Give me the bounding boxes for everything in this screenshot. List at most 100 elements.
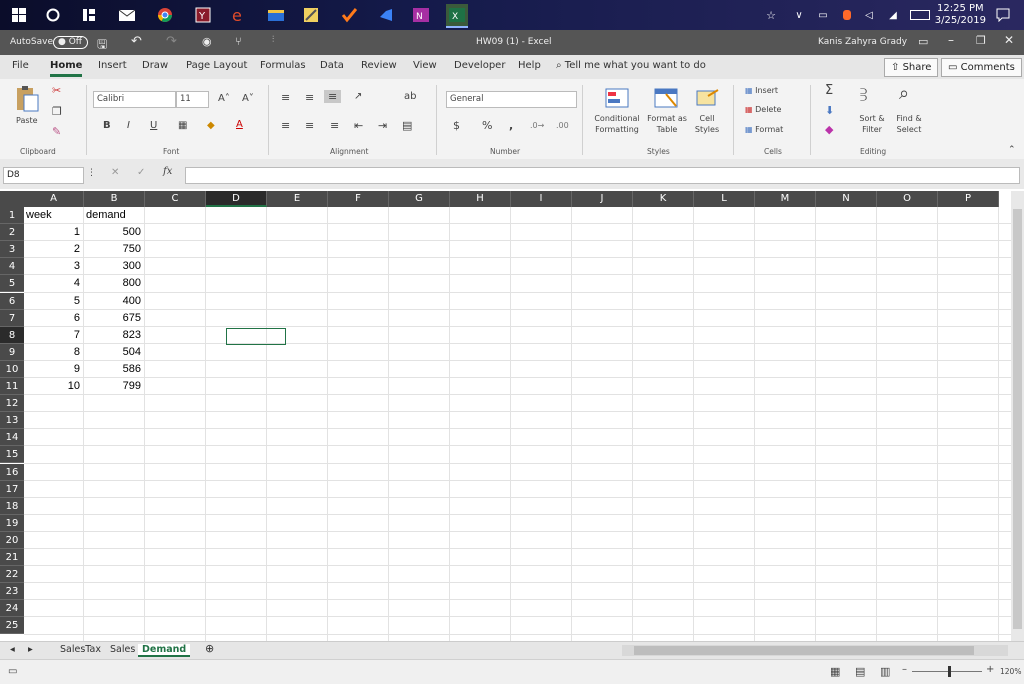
task-view-icon[interactable]	[78, 4, 100, 26]
align-middle-icon[interactable]: ≡	[305, 91, 314, 104]
tab-formulas[interactable]: Formulas	[260, 60, 306, 71]
cell-a8[interactable]: 7	[26, 327, 80, 344]
copy-icon[interactable]: ❐	[52, 105, 62, 118]
notification-app-icon[interactable]	[836, 4, 858, 26]
zoom-in-icon[interactable]: +	[986, 664, 994, 675]
tab-home[interactable]: Home	[50, 60, 83, 77]
share-tree-icon[interactable]: ⑂	[235, 35, 242, 48]
row-header-13[interactable]: 13	[0, 412, 24, 430]
sheet-tab-salestax[interactable]: SalesTax	[60, 644, 101, 655]
chevron-up-icon[interactable]: ∨	[788, 4, 810, 26]
select-all-corner[interactable]	[0, 191, 24, 207]
increase-decimal-icon[interactable]: .0→	[530, 121, 544, 130]
row-header-6[interactable]: 6	[0, 292, 24, 310]
cell-a3[interactable]: 2	[26, 241, 80, 258]
maroon-app-icon[interactable]: Y	[192, 4, 214, 26]
macro-record-icon[interactable]: ▭	[8, 666, 17, 677]
column-header-e[interactable]: E	[267, 191, 328, 207]
italic-icon[interactable]: I	[127, 120, 130, 131]
vs-icon[interactable]	[375, 4, 397, 26]
cell-b3[interactable]: 750	[86, 241, 141, 258]
cell-b2[interactable]: 500	[86, 224, 141, 241]
cell-a2[interactable]: 1	[26, 224, 80, 241]
excel-icon[interactable]: X	[446, 4, 468, 28]
row-header-12[interactable]: 12	[0, 395, 24, 413]
sort-filter-label[interactable]: Sort & Filter	[855, 113, 889, 135]
column-header-a[interactable]: A	[24, 191, 84, 207]
zoom-level[interactable]: 120%	[1000, 667, 1021, 676]
tab-review[interactable]: Review	[361, 60, 397, 71]
underline-icon[interactable]: U	[150, 120, 157, 131]
align-left-icon[interactable]: ≡	[281, 119, 290, 132]
people-icon[interactable]: ☆	[760, 4, 782, 26]
cell-b4[interactable]: 300	[86, 258, 141, 275]
cell-a9[interactable]: 8	[26, 344, 80, 361]
tab-insert[interactable]: Insert	[98, 60, 127, 71]
zoom-out-icon[interactable]: –	[902, 664, 907, 675]
tab-developer[interactable]: Developer	[454, 60, 505, 71]
format-as-table-label[interactable]: Format as Table	[645, 113, 689, 135]
cell-b7[interactable]: 675	[86, 310, 141, 327]
windows-start-icon[interactable]	[8, 4, 30, 26]
cell-b1[interactable]: demand	[86, 207, 166, 224]
insert-function-icon[interactable]: fx	[163, 166, 172, 177]
font-size-combo[interactable]: 11	[176, 91, 209, 108]
vertical-scroll-thumb[interactable]	[1013, 209, 1022, 629]
row-header-10[interactable]: 10	[0, 360, 24, 378]
tab-data[interactable]: Data	[320, 60, 344, 71]
file-explorer-icon[interactable]	[265, 4, 287, 26]
horizontal-scroll-thumb[interactable]	[634, 646, 974, 655]
currency-icon[interactable]: $	[453, 119, 460, 132]
column-header-j[interactable]: J	[572, 191, 633, 207]
normal-view-icon[interactable]: ▦	[830, 665, 840, 678]
selected-cell-d8[interactable]	[226, 328, 286, 345]
scroll-left-icon[interactable]: ◂	[10, 644, 15, 655]
worksheet-grid[interactable]: ABCDEFGHIJKLMNOP 1 2 3 4 5 6 7 8 9 10 11 12 13 14 15 16…	[0, 191, 1011, 641]
conditional-formatting-label[interactable]: Conditional Formatting	[592, 113, 642, 135]
align-right-icon[interactable]: ≡	[330, 119, 339, 132]
paste-icon[interactable]	[14, 85, 40, 113]
close-icon[interactable]: ✕	[1004, 33, 1014, 47]
align-top-icon[interactable]: ≡	[281, 91, 290, 104]
column-header-n[interactable]: N	[816, 191, 877, 207]
clear-icon[interactable]: ◆	[825, 123, 833, 136]
row-header-17[interactable]: 17	[0, 480, 24, 498]
check-app-icon[interactable]	[338, 4, 360, 26]
taskbar-clock[interactable]: 12:25 PM 3/25/2019	[935, 3, 986, 27]
row-header-7[interactable]: 7	[0, 309, 24, 327]
name-box[interactable]: D8	[3, 167, 84, 184]
autosum-icon[interactable]: Σ	[825, 83, 833, 98]
row-header-23[interactable]: 23	[0, 583, 24, 601]
format-cells-button[interactable]: ▦ Format	[745, 125, 783, 134]
share-button[interactable]: ⇧ Share	[884, 58, 939, 77]
fill-color-icon[interactable]: ◆	[207, 120, 215, 131]
cell-b8[interactable]: 823	[86, 327, 141, 344]
row-header-5[interactable]: 5	[0, 275, 24, 293]
zoom-slider-thumb[interactable]	[948, 666, 952, 677]
increase-indent-icon[interactable]: ⇥	[378, 119, 387, 132]
center-icon[interactable]: ≡	[305, 119, 314, 132]
column-header-d[interactable]: D	[206, 191, 267, 207]
network-icon[interactable]: ▭	[812, 4, 834, 26]
save-icon[interactable]: 🖫	[97, 35, 107, 56]
collapse-ribbon-icon[interactable]: ⌃	[1008, 145, 1016, 155]
row-header-2[interactable]: 2	[0, 224, 24, 242]
volume-icon[interactable]: ◁	[858, 4, 880, 26]
column-header-i[interactable]: I	[511, 191, 572, 207]
row-header-18[interactable]: 18	[0, 497, 24, 515]
wrap-text-icon[interactable]: ab	[404, 91, 416, 102]
decrease-decimal-icon[interactable]: .00	[556, 121, 569, 130]
restore-icon[interactable]: ❐	[976, 34, 986, 47]
cell-a1[interactable]: week	[26, 207, 80, 224]
cell-a5[interactable]: 4	[26, 275, 80, 292]
formula-input[interactable]	[185, 167, 1020, 184]
paste-label[interactable]: Paste	[16, 116, 38, 125]
keyboard-icon[interactable]	[908, 4, 932, 26]
column-header-o[interactable]: O	[877, 191, 938, 207]
decrease-indent-icon[interactable]: ⇤	[354, 119, 363, 132]
customize-qat-icon[interactable]: ⫶	[272, 35, 274, 45]
row-header-3[interactable]: 3	[0, 241, 24, 259]
horizontal-scrollbar[interactable]	[622, 645, 1008, 656]
row-header-11[interactable]: 11	[0, 378, 24, 396]
number-format-combo[interactable]: General	[446, 91, 577, 108]
